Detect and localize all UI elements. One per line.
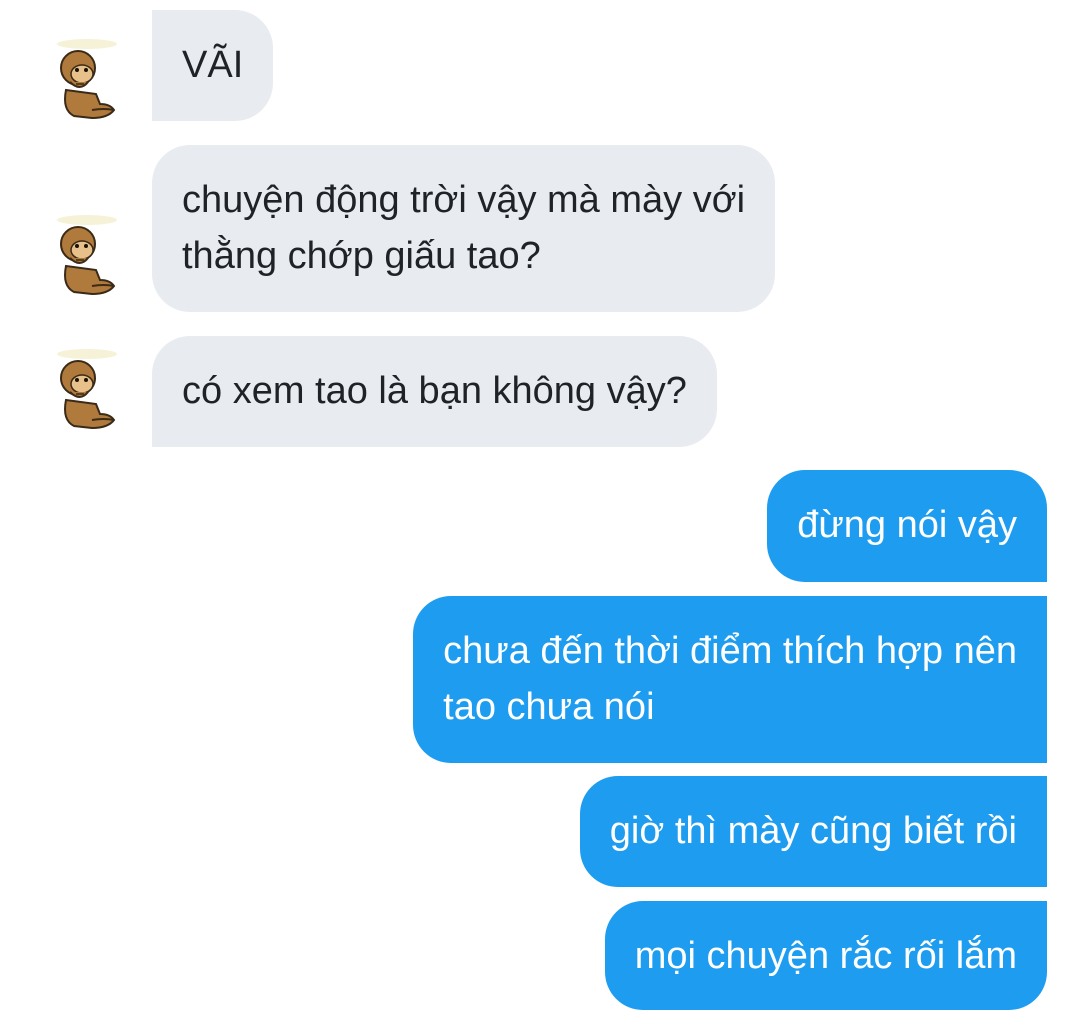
incoming-message[interactable]: VÃI <box>152 10 274 121</box>
contact-avatar[interactable] <box>52 214 122 298</box>
monkey-avatar-icon <box>57 349 117 430</box>
message-text: giờ thì mày cũng biết rồi <box>609 810 1017 852</box>
message-text-line: thằng chớp giấu tao? <box>182 235 541 277</box>
contact-avatar[interactable] <box>52 348 122 432</box>
message-text-line: tao chưa nói <box>443 686 655 728</box>
incoming-message[interactable]: chuyện động trời vậy mà mày với thằng ch… <box>152 145 776 312</box>
contact-avatar[interactable] <box>52 38 122 122</box>
message-text: VÃI <box>182 44 244 86</box>
monkey-avatar-icon <box>57 39 117 120</box>
message-text: có xem tao là bạn không vậy? <box>182 370 687 412</box>
outgoing-message[interactable]: đừng nói vậy <box>767 470 1047 582</box>
message-text-line: chuyện động trời vậy mà mày với <box>182 179 746 221</box>
message-text: đừng nói vậy <box>797 504 1017 546</box>
outgoing-message[interactable]: chưa đến thời điểm thích hợp nên tao chư… <box>413 596 1047 763</box>
message-text-line: chưa đến thời điểm thích hợp nên <box>443 630 1017 672</box>
message-text: mọi chuyện rắc rối lắm <box>634 935 1017 977</box>
outgoing-message[interactable]: giờ thì mày cũng biết rồi <box>579 776 1047 887</box>
chat-thread: VÃI chuyện động trời vậy mà mày với thằn… <box>0 0 1080 1015</box>
monkey-avatar-icon <box>57 215 117 296</box>
incoming-message[interactable]: có xem tao là bạn không vậy? <box>152 336 717 447</box>
outgoing-message[interactable]: mọi chuyện rắc rối lắm <box>604 901 1047 1010</box>
